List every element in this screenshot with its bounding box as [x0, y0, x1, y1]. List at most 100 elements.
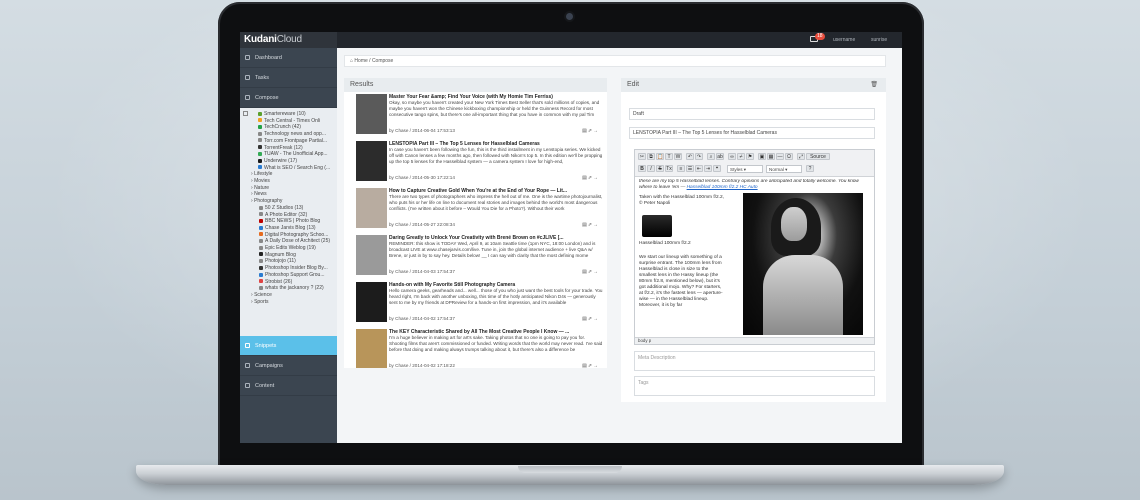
status-select[interactable]: Draft	[629, 108, 875, 120]
feed-item[interactable]: BBC NEWS | Photo Blog	[246, 218, 336, 225]
special-char-icon[interactable]: Ω	[785, 153, 793, 160]
feed-item[interactable]: A Daily Dose of Architect (25)	[246, 238, 336, 245]
result-meta: by Chase / 2014-05-27 22:08:34	[389, 222, 455, 227]
nav-content[interactable]: Content	[240, 376, 337, 396]
format-dropdown[interactable]: Normal ▾	[766, 165, 802, 173]
numbered-list-icon[interactable]: ≡	[677, 165, 685, 172]
result-thumbnail	[356, 329, 387, 368]
link-icon[interactable]: ∞	[728, 153, 736, 160]
indent-icon[interactable]: ⇥	[704, 165, 712, 172]
result-meta: by Chase / 2014-06-04 17:53:13	[389, 128, 455, 133]
send-icon[interactable]: →	[593, 316, 599, 322]
result-item[interactable]: How to Capture Creative Gold When You're…	[344, 186, 607, 233]
send-icon[interactable]: →	[593, 363, 599, 368]
title-input[interactable]: LENSTOPIA Part III – The Top 5 Lenses fo…	[629, 127, 875, 139]
nav-compose[interactable]: Compose	[240, 88, 337, 108]
strike-icon[interactable]: S	[656, 165, 664, 172]
maximize-icon[interactable]: ⤢	[797, 153, 805, 160]
send-icon[interactable]: →	[593, 175, 599, 181]
blockquote-icon[interactable]: ❝	[713, 165, 721, 172]
nav-campaigns[interactable]: Campaigns	[240, 356, 337, 376]
redo-icon[interactable]: ↷	[695, 153, 703, 160]
remove-format-icon[interactable]: Tx	[665, 165, 673, 172]
replace-icon[interactable]: ab	[716, 153, 724, 160]
meta-description-input[interactable]: Meta Description	[634, 351, 875, 371]
unlink-icon[interactable]: ⌿	[737, 153, 745, 160]
editor-content[interactable]: these are my top 5 Hasselblad lenses. Co…	[639, 179, 871, 339]
caption-text: Taken with the Hasselblad 100mm f/2.2, ©…	[639, 195, 725, 206]
breadcrumb-home[interactable]: Home	[354, 58, 367, 64]
feed-group[interactable]: › Sports	[246, 299, 336, 306]
table-icon[interactable]: ▦	[767, 153, 775, 160]
styles-dropdown[interactable]: Styles ▾	[727, 165, 763, 173]
cut-icon[interactable]: ✂	[638, 153, 646, 160]
feed-item[interactable]: Photoshop Insider Blog By...	[246, 265, 336, 272]
outdent-icon[interactable]: ⇤	[695, 165, 703, 172]
feed-group[interactable]: › Science	[246, 292, 336, 299]
paste-text-icon[interactable]: T	[665, 153, 673, 160]
nav-snippets[interactable]: Snippets	[240, 336, 337, 356]
feed-group[interactable]: › Photography	[246, 198, 336, 205]
feed-item[interactable]: TUAW - The Unofficial App...	[246, 151, 336, 158]
feed-group[interactable]: › Lifestyle	[246, 171, 336, 178]
feed-item[interactable]: TechCrunch (42)	[246, 124, 336, 131]
feed-item[interactable]: What is SEO / Search Eng (...	[246, 165, 336, 172]
feed-item[interactable]: Photoshop Support Grou...	[246, 272, 336, 279]
account-menu[interactable]: sunrise	[871, 37, 887, 43]
send-icon[interactable]: →	[593, 128, 599, 134]
send-icon[interactable]: →	[593, 222, 599, 228]
result-item[interactable]: The KEY Characteristic Shared by All The…	[344, 327, 607, 368]
feed-item[interactable]: Technology news and opp...	[246, 131, 336, 138]
result-meta: by Chase / 2014-05-30 17:22:14	[389, 175, 455, 180]
feed-item[interactable]: Underwire (17)	[246, 158, 336, 165]
nav-tasks[interactable]: Tasks	[240, 68, 337, 88]
feed-item[interactable]: whats the jackanory ? (22)	[246, 285, 336, 292]
result-item[interactable]: Hands-on with My Favorite Still Photogra…	[344, 280, 607, 327]
feed-item[interactable]: 50 Z Studios (13)	[246, 205, 336, 212]
find-icon[interactable]: ⌕	[707, 153, 715, 160]
feed-icon	[258, 151, 262, 156]
lens-image	[642, 215, 672, 237]
result-item[interactable]: LENSTOPIA Part III – The Top 5 Lenses fo…	[344, 139, 607, 186]
undo-icon[interactable]: ↶	[686, 153, 694, 160]
bullet-list-icon[interactable]: ☰	[686, 165, 694, 172]
tags-input[interactable]: Tags	[634, 376, 875, 396]
help-icon[interactable]: ?	[806, 165, 814, 172]
lens-link[interactable]: Hasselblad 100mm f/2.2 HC Auto	[687, 185, 758, 190]
source-button[interactable]: Source	[806, 153, 830, 160]
feed-group[interactable]: › Nature	[246, 185, 336, 192]
hr-icon[interactable]: ―	[776, 153, 784, 160]
trash-icon[interactable]: 🗑	[870, 78, 878, 92]
nav-dashboard[interactable]: Dashboard	[240, 48, 337, 68]
result-item[interactable]: Daring Greatly to Unlock Your Creativity…	[344, 233, 607, 280]
feed-group[interactable]: › Movies	[246, 178, 336, 185]
feed-item[interactable]: Torr.com Frontpage Partial...	[246, 138, 336, 145]
copy-icon[interactable]: ⧉	[647, 153, 655, 160]
feed-item[interactable]: Strobist (26)	[246, 279, 336, 286]
send-icon[interactable]: →	[593, 269, 599, 275]
result-excerpt: I'm a huge believer in making art for ar…	[389, 335, 603, 352]
tree-collapse-icon[interactable]	[243, 111, 248, 116]
edit-panel: Draft LENSTOPIA Part III – The Top 5 Len…	[621, 92, 886, 402]
feed-icon	[259, 272, 263, 277]
user-menu[interactable]: username	[833, 37, 855, 43]
feed-item[interactable]: Magnum Blog	[246, 252, 336, 259]
feed-item[interactable]: Digital Photography Schoo...	[246, 232, 336, 239]
result-item[interactable]: Master Your Fear &amp; Find Your Voice (…	[344, 92, 607, 139]
feed-group[interactable]: › News	[246, 191, 336, 198]
paste-word-icon[interactable]: W	[674, 153, 682, 160]
feed-item[interactable]: A Photo Editor (32)	[246, 212, 336, 219]
feed-item[interactable]: TorrentFreak (12)	[246, 145, 336, 152]
feed-item[interactable]: Photojojo (11)	[246, 258, 336, 265]
bold-icon[interactable]: B	[638, 165, 646, 172]
image-icon[interactable]: ▣	[758, 153, 766, 160]
feed-item[interactable]: Epic Edits Weblog (19)	[246, 245, 336, 252]
feed-item[interactable]: Smartereware (10)	[246, 111, 336, 118]
feed-item[interactable]: Chase Jarvis Blog (13)	[246, 225, 336, 232]
feed-item[interactable]: Tech Central - Times Onli	[246, 118, 336, 125]
rich-text-editor[interactable]: ✂ ⧉ 📋 T W ↶ ↷ ⌕ ab ∞ ⌿ ⚑ ▣ ▦ ― Ω ⤢ Sourc…	[634, 149, 875, 345]
italic-icon[interactable]: I	[647, 165, 655, 172]
brand-logo[interactable]: KudaniCloud	[244, 34, 302, 45]
anchor-icon[interactable]: ⚑	[746, 153, 754, 160]
paste-icon[interactable]: 📋	[656, 153, 664, 160]
